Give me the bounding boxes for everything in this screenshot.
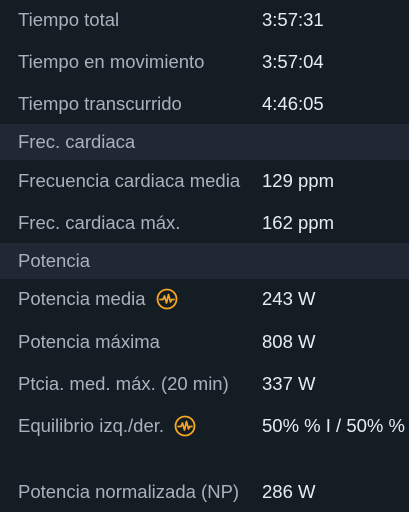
stat-value: 50% % I / 50% % D [262, 415, 409, 436]
stat-label: Ptcia. med. máx. (20 min) [18, 373, 229, 394]
stat-label: Tiempo total [18, 9, 120, 30]
stat-label: Potencia media [18, 288, 178, 310]
stat-label: Frecuencia cardiaca media [18, 170, 241, 191]
section-title: Frec. cardiaca [18, 131, 136, 152]
power-wave-icon[interactable] [174, 415, 196, 437]
stat-label: Equilibrio izq./der. [18, 415, 196, 437]
stat-value: 286 W [262, 481, 316, 502]
stat-value: 243 W [262, 288, 316, 309]
stat-value: 3:57:04 [262, 51, 324, 72]
stat-row-moving-time: Tiempo en movimiento 3:57:04 [0, 42, 409, 82]
stat-row-elapsed-time: Tiempo transcurrido 4:46:05 [0, 84, 409, 124]
stat-label: Potencia máxima [18, 331, 160, 352]
stat-label-text: Potencia media [18, 288, 146, 309]
stat-value: 4:46:05 [262, 93, 324, 114]
stat-row-normalized-power: Potencia normalizada (NP) 286 W [0, 472, 409, 512]
stat-row-max-avg-power-20min: Ptcia. med. máx. (20 min) 337 W [0, 364, 409, 404]
stat-row-max-power: Potencia máxima 808 W [0, 322, 409, 362]
section-header-power: Potencia [0, 243, 409, 279]
stat-row-total-time: Tiempo total 3:57:31 [0, 0, 409, 40]
power-wave-icon[interactable] [156, 288, 178, 310]
stat-label-text: Equilibrio izq./der. [18, 415, 165, 436]
section-title: Potencia [18, 250, 90, 271]
stat-row-left-right-balance: Equilibrio izq./der. 50% % I / 50% % D [0, 406, 409, 446]
stat-label: Frec. cardiaca máx. [18, 212, 181, 233]
stat-label: Potencia normalizada (NP) [18, 481, 240, 502]
activity-stats-screen: Tiempo total 3:57:31 Tiempo en movimient… [0, 0, 409, 512]
stat-label: Tiempo transcurrido [18, 93, 182, 114]
stat-row-max-heart-rate: Frec. cardiaca máx. 162 ppm [0, 203, 409, 243]
stat-row-avg-heart-rate: Frecuencia cardiaca media 129 ppm [0, 161, 409, 201]
stat-value: 129 ppm [262, 170, 334, 191]
stat-value: 162 ppm [262, 212, 334, 233]
stat-label: Tiempo en movimiento [18, 51, 205, 72]
stat-value: 808 W [262, 331, 316, 352]
stat-value: 3:57:31 [262, 9, 324, 30]
stat-row-avg-power: Potencia media 243 W [0, 279, 409, 319]
section-header-heart-rate: Frec. cardiaca [0, 124, 409, 160]
stat-value: 337 W [262, 373, 316, 394]
